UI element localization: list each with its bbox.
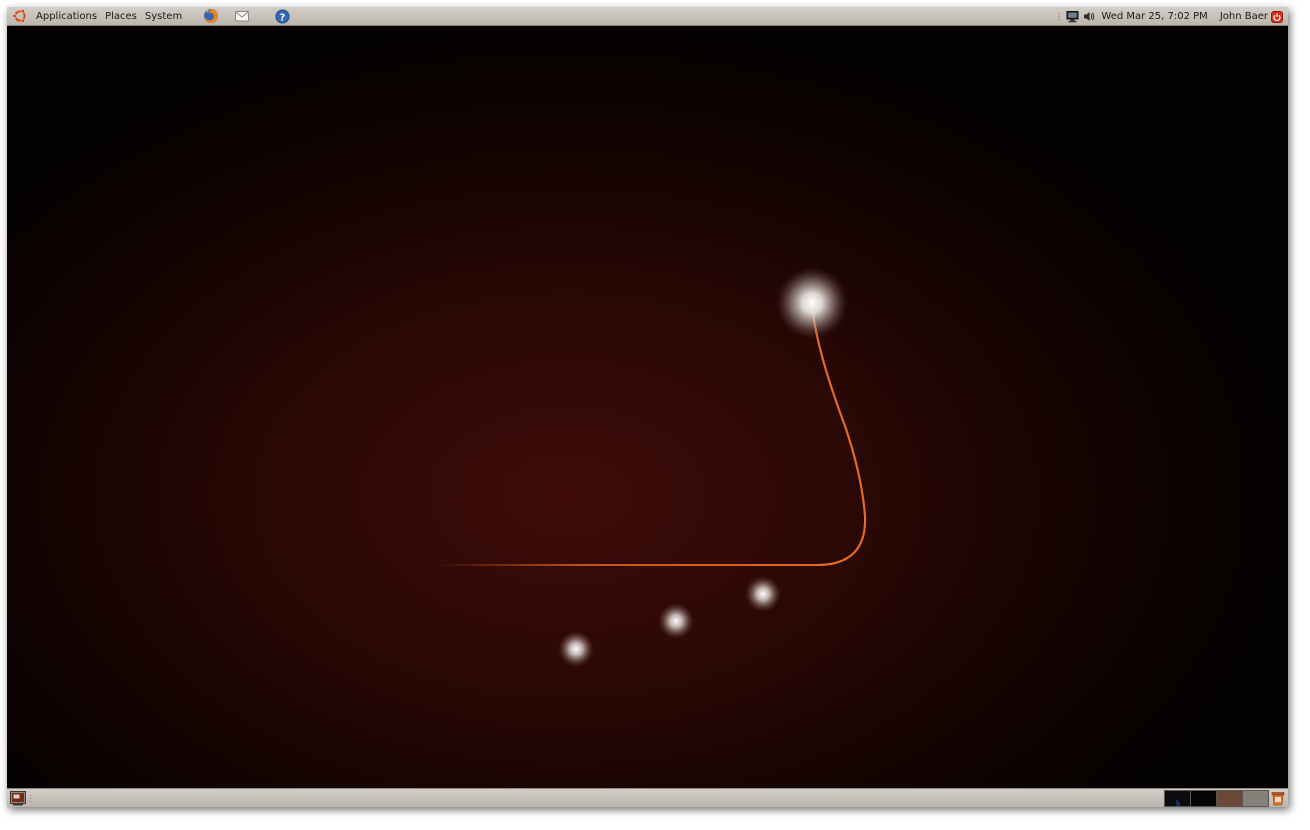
- mail-launcher[interactable]: [233, 8, 251, 24]
- firefox-icon: [204, 9, 219, 23]
- system-tray: Wed Mar 25, 7:02 PM John Baer: [1057, 7, 1288, 26]
- volume-icon: [1083, 12, 1095, 21]
- light-orb: [745, 576, 781, 612]
- top-panel: Applications Places System ? Wed Mar 25,…: [7, 7, 1288, 26]
- wallpaper-light-streaks: [137, 267, 867, 667]
- clock[interactable]: Wed Mar 25, 7:02 PM: [1101, 11, 1207, 22]
- firefox-launcher[interactable]: [202, 8, 220, 24]
- large-light-orb: [776, 267, 848, 339]
- menu-places[interactable]: Places: [101, 11, 141, 22]
- workspace-1[interactable]: [1164, 790, 1191, 807]
- bottom-panel: [7, 788, 1288, 807]
- svg-text:?: ?: [279, 12, 284, 23]
- user-switcher[interactable]: John Baer: [1220, 11, 1268, 22]
- volume-control[interactable]: [1081, 10, 1095, 24]
- tray-handle-icon[interactable]: [1057, 12, 1061, 21]
- panel-handle-icon[interactable]: [29, 794, 32, 803]
- network-status[interactable]: [1065, 10, 1079, 24]
- light-orb: [658, 603, 694, 639]
- menu-system[interactable]: System: [141, 11, 186, 22]
- workspace-2[interactable]: [1190, 790, 1217, 807]
- light-orb: [558, 631, 594, 667]
- screen: Applications Places System ? Wed Mar 25,…: [7, 7, 1288, 807]
- help-icon: ?: [275, 8, 290, 24]
- show-desktop-icon[interactable]: [10, 791, 26, 806]
- help-launcher[interactable]: ?: [273, 8, 291, 24]
- desktop[interactable]: [7, 26, 1288, 788]
- workspace-window-preview: [1176, 800, 1180, 806]
- menu-applications[interactable]: Applications: [32, 11, 101, 22]
- workspace-4[interactable]: [1242, 790, 1269, 807]
- network-icon: [1066, 11, 1079, 23]
- workspace-3[interactable]: [1216, 790, 1243, 807]
- workspace-switcher: [1164, 790, 1269, 807]
- trash-icon[interactable]: [1271, 791, 1285, 806]
- shutdown-icon[interactable]: [1271, 10, 1283, 23]
- ubuntu-logo-icon[interactable]: [12, 8, 28, 24]
- mail-icon: [235, 11, 250, 22]
